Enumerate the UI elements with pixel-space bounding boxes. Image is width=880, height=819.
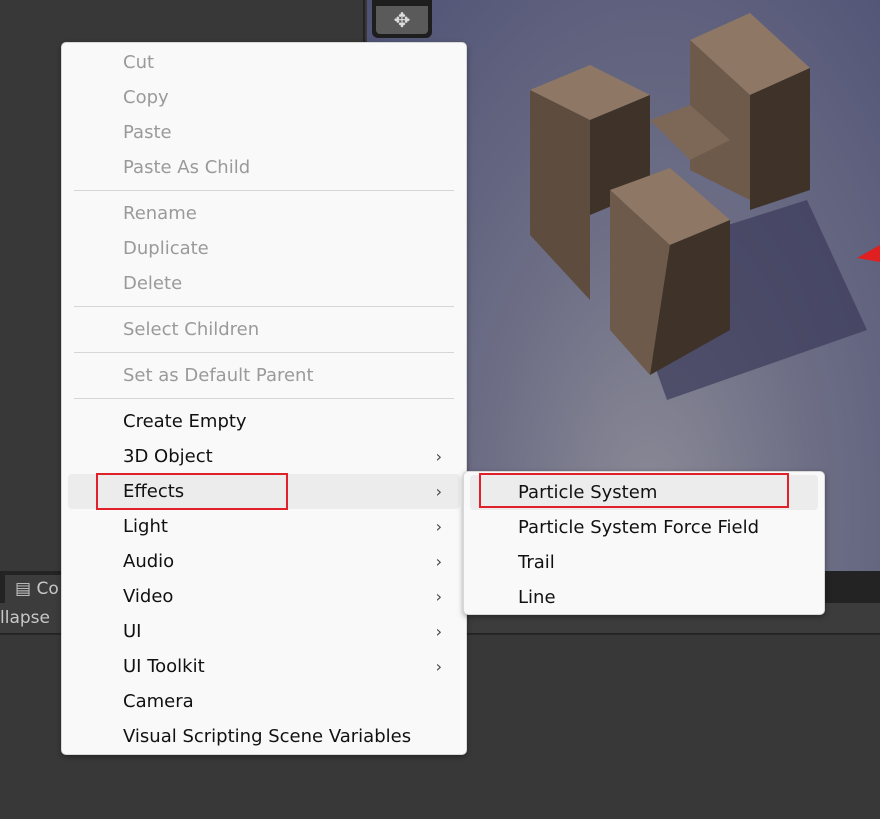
menu-separator [74, 352, 454, 353]
menu-item-label: Video [123, 586, 174, 607]
menu-separator [74, 190, 454, 191]
menu-item-rename[interactable]: Rename [68, 196, 460, 231]
menu-item-label: Duplicate [123, 238, 209, 259]
menu-item-label: 3D Object [123, 446, 213, 467]
menu-item-delete[interactable]: Delete [68, 266, 460, 301]
menu-item-label: Camera [123, 691, 194, 712]
menu-item-duplicate[interactable]: Duplicate [68, 231, 460, 266]
chevron-right-icon: › [435, 657, 442, 676]
menu-item-label: Audio [123, 551, 175, 572]
menu-item-label: UI Toolkit [123, 656, 205, 677]
annotation-box-effects [96, 473, 288, 510]
menu-item-paste[interactable]: Paste [68, 115, 460, 150]
menu-item-label: Paste [123, 122, 172, 143]
menu-separator [74, 398, 454, 399]
annotation-box-particle-system [479, 473, 789, 508]
menu-item-label: Set as Default Parent [123, 365, 314, 386]
menu-item-video[interactable]: Video › [68, 579, 460, 614]
menu-separator [74, 306, 454, 307]
submenu-item-line[interactable]: Line [470, 580, 818, 615]
menu-item-ui[interactable]: UI › [68, 614, 460, 649]
menu-item-cut[interactable]: Cut [68, 45, 460, 80]
chevron-right-icon: › [435, 447, 442, 466]
chevron-right-icon: › [435, 587, 442, 606]
menu-item-label: Copy [123, 87, 169, 108]
menu-item-3d-object[interactable]: 3D Object › [68, 439, 460, 474]
menu-item-label: Paste As Child [123, 157, 251, 178]
collapse-button[interactable]: llapse [0, 608, 50, 628]
menu-item-set-as-default-parent[interactable]: Set as Default Parent [68, 358, 460, 393]
menu-item-label: Create Empty [123, 411, 247, 432]
console-icon: ▤ [15, 579, 37, 599]
menu-item-paste-as-child[interactable]: Paste As Child [68, 150, 460, 185]
menu-item-ui-toolkit[interactable]: UI Toolkit › [68, 649, 460, 684]
menu-item-camera[interactable]: Camera [68, 684, 460, 719]
menu-item-label: Cut [123, 52, 155, 73]
chevron-right-icon: › [435, 622, 442, 641]
menu-item-select-children[interactable]: Select Children [68, 312, 460, 347]
menu-item-label: Rename [123, 203, 197, 224]
scene-gizmo[interactable]: ✥ [372, 0, 432, 38]
menu-item-label: Light [123, 516, 168, 537]
chevron-right-icon: › [435, 482, 442, 501]
menu-item-visual-scripting-scene-variables[interactable]: Visual Scripting Scene Variables [68, 719, 460, 754]
move-tool-icon[interactable]: ✥ [376, 6, 428, 34]
menu-item-audio[interactable]: Audio › [68, 544, 460, 579]
menu-item-light[interactable]: Light › [68, 509, 460, 544]
chevron-right-icon: › [435, 517, 442, 536]
tab-label: Co [36, 579, 59, 599]
menu-item-create-empty[interactable]: Create Empty [68, 404, 460, 439]
menu-item-label: Select Children [123, 319, 260, 340]
menu-item-label: Delete [123, 273, 183, 294]
menu-item-label: Visual Scripting Scene Variables [123, 726, 412, 747]
chevron-right-icon: › [435, 552, 442, 571]
submenu-item-trail[interactable]: Trail [470, 545, 818, 580]
context-menu: Cut Copy Paste Paste As Child Rename Duplicat… [61, 42, 467, 755]
menu-item-label: UI [123, 621, 142, 642]
menu-item-copy[interactable]: Copy [68, 80, 460, 115]
submenu-item-particle-system-force-field[interactable]: Particle System Force Field [470, 510, 818, 545]
